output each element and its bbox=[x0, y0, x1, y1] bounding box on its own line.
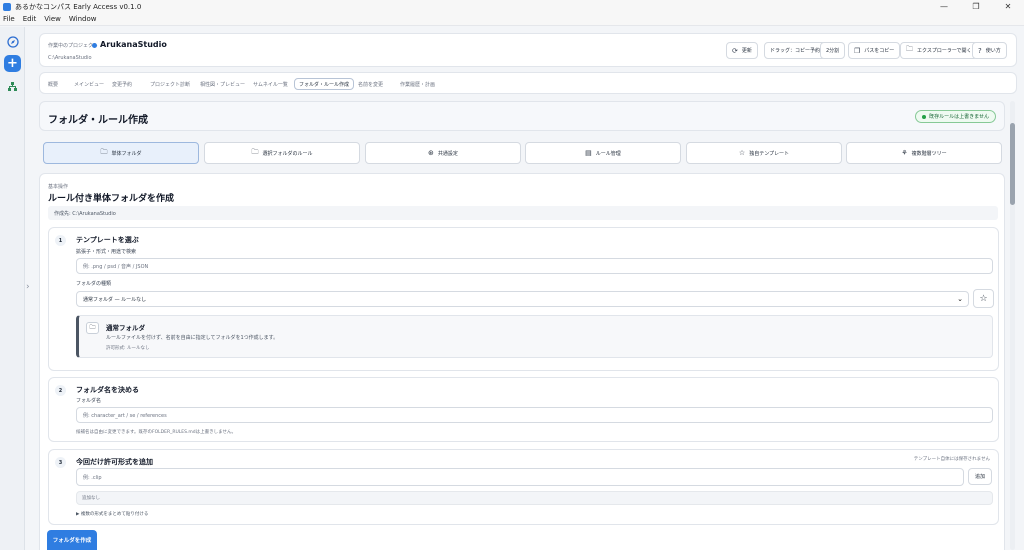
mode-selected-folder-rule-button[interactable]: 🗀 選択フォルダのルール bbox=[204, 142, 360, 164]
step-folder-name: 2 フォルダ名を決める フォルダ名 例: character_art / se … bbox=[48, 377, 999, 442]
help-button[interactable]: ? 使い方 bbox=[972, 42, 1007, 59]
tab-rename[interactable]: 名前を変更 bbox=[354, 78, 387, 90]
menu-file[interactable]: File bbox=[3, 15, 15, 23]
extra-formats-note: テンプレート自体には保存されません bbox=[913, 457, 990, 462]
maximize-button[interactable]: ❐ bbox=[960, 0, 992, 13]
form-kicker: 基本操作 bbox=[48, 184, 69, 190]
project-header: 作業中のプロジェクト ArukanaStudio C:\ArukanaStudi… bbox=[39, 33, 1017, 67]
folder-rule-icon: 🗀 bbox=[251, 147, 259, 156]
sidebar: + bbox=[0, 27, 25, 550]
extra-formats-list: 追加なし bbox=[76, 491, 993, 505]
project-status-dot bbox=[92, 43, 97, 48]
tab-thumbnails[interactable]: サムネイル一覧 bbox=[249, 78, 292, 90]
step-extra-formats: 3 今回だけ許可形式を追加 テンプレート自体には保存されません 例: .clip… bbox=[48, 449, 999, 525]
compass-nav-button[interactable] bbox=[4, 33, 21, 50]
menu-window[interactable]: Window bbox=[69, 15, 97, 23]
add-extension-button[interactable]: 追加 bbox=[968, 468, 992, 485]
refresh-icon: ⟳ bbox=[732, 46, 738, 55]
scrollbar-thumb[interactable] bbox=[1010, 123, 1015, 205]
step-title: 今回だけ許可形式を追加 bbox=[76, 458, 153, 466]
folder-type-select[interactable]: 通常フォルダ — ルールなし ⌄ bbox=[76, 291, 969, 307]
folder-type-label: フォルダの種類 bbox=[76, 281, 112, 287]
tab-compat-preview[interactable]: 相性図・プレビュー bbox=[196, 78, 249, 90]
folder-icon: 🗀 bbox=[86, 322, 99, 334]
star-icon: ☆ bbox=[979, 293, 988, 304]
open-explorer-button[interactable]: 🗀 エクスプローラーで開く bbox=[900, 42, 978, 59]
tab-overview[interactable]: 概要 bbox=[44, 78, 62, 90]
folder-name-hint: 候補名は自由に変更できます。既存のFOLDER_RULES.mdは上書きしません… bbox=[76, 430, 237, 435]
share-icon: ⊛ bbox=[428, 149, 434, 157]
sidebar-expand-chevron-icon[interactable]: › bbox=[26, 282, 30, 292]
section-header: フォルダ・ルール作成 既存ルールは上書きません bbox=[39, 101, 1005, 131]
mode-common-settings-button[interactable]: ⊛ 共通設定 bbox=[365, 142, 521, 164]
app-compass-icon bbox=[3, 2, 11, 11]
chevron-down-icon: ⌄ bbox=[957, 295, 963, 303]
bulk-paste-toggle[interactable]: ▶ 複数の形式をまとめて貼り付ける bbox=[76, 511, 148, 517]
project-path: C:\ArukanaStudio bbox=[48, 55, 92, 61]
tree-icon bbox=[8, 82, 17, 91]
window-controls: — ❐ ✕ bbox=[928, 0, 1024, 13]
copy-icon: ❐ bbox=[854, 46, 861, 55]
star-icon: ☆ bbox=[738, 149, 746, 157]
document-icon: ▤ bbox=[585, 149, 592, 157]
project-name: ArukanaStudio bbox=[100, 40, 167, 49]
plus-icon: + bbox=[7, 56, 18, 71]
favorite-template-button[interactable]: ☆ bbox=[973, 289, 994, 308]
split-view-button[interactable]: 2分割 bbox=[820, 42, 846, 59]
destination-path: 作成先: C:\ArukanaStudio bbox=[48, 206, 998, 220]
create-folder-button[interactable]: フォルダを作成 bbox=[47, 530, 97, 550]
page-scrollbar[interactable] bbox=[1010, 101, 1015, 550]
drag-copy-reserve-button[interactable]: ドラッグ：コピー予約 bbox=[764, 42, 827, 59]
step-number: 2 bbox=[55, 385, 66, 396]
copy-path-button[interactable]: ❐ パスをコピー bbox=[848, 42, 901, 59]
step-number: 1 bbox=[55, 235, 66, 246]
title-bar: あるかなコンパス Early Access v0.1.0 — ❐ ✕ bbox=[0, 0, 1024, 13]
page-title: フォルダ・ルール作成 bbox=[48, 115, 148, 126]
mode-multi-tree-button[interactable]: ⚘ 複数階層ツリー bbox=[846, 142, 1002, 164]
tab-main-view[interactable]: メインビュー bbox=[70, 78, 108, 90]
template-search-label: 拡張子・形式・用途で検索 bbox=[76, 249, 137, 255]
menu-bar: File Edit View Window bbox=[0, 13, 1024, 26]
tab-project-diagnosis[interactable]: プロジェクト診断 bbox=[146, 78, 194, 90]
tab-change-reservation[interactable]: 変更予約 bbox=[108, 78, 136, 90]
compass-icon bbox=[6, 35, 19, 48]
step-title: フォルダ名を決める bbox=[76, 386, 139, 394]
mode-single-folder-button[interactable]: 🗀 単体フォルダ bbox=[43, 142, 199, 164]
template-name: 通常フォルダ bbox=[106, 324, 145, 332]
step-title: テンプレートを選ぶ bbox=[76, 236, 139, 244]
menu-edit[interactable]: Edit bbox=[23, 15, 37, 23]
template-description: ルールファイルを付けず、名前を自由に指定してフォルダを1つ作成します。 bbox=[106, 335, 279, 341]
template-preview: 🗀 通常フォルダ ルールファイルを付けず、名前を自由に指定してフォルダを1つ作成… bbox=[76, 315, 993, 358]
tab-folder-rule-create[interactable]: フォルダ・ルール作成 bbox=[294, 78, 355, 90]
folder-name-label: フォルダ名 bbox=[76, 398, 102, 404]
create-folder-form: 基本操作 ルール付き単体フォルダを作成 作成先: C:\ArukanaStudi… bbox=[39, 173, 1005, 550]
status-dot-icon bbox=[922, 114, 927, 119]
folder-icon: 🗀 bbox=[906, 45, 913, 53]
mode-custom-template-button[interactable]: ☆ 独自テンプレート bbox=[686, 142, 842, 164]
folder-name-input[interactable]: 例: character_art / se / references bbox=[76, 407, 993, 423]
project-label: 作業中のプロジェクト bbox=[48, 43, 99, 49]
refresh-button[interactable]: ⟳ 更新 bbox=[726, 42, 758, 59]
extension-input[interactable]: 例: .clip bbox=[76, 468, 964, 486]
close-button[interactable]: ✕ bbox=[992, 0, 1024, 13]
main-tab-bar: 概要 メインビュー 変更予約 プロジェクト診断 相性図・プレビュー サムネイル一… bbox=[39, 72, 1017, 94]
step-number: 3 bbox=[55, 457, 66, 468]
mode-selector: 🗀 単体フォルダ 🗀 選択フォルダのルール ⊛ 共通設定 ▤ ルール管理 ☆ 独自テンプレ… bbox=[43, 142, 1003, 164]
template-search-input[interactable]: 例: .png / psd / 音声 / JSON bbox=[76, 258, 993, 274]
tree-nav-button[interactable] bbox=[4, 78, 21, 95]
step-template: 1 テンプレートを選ぶ 拡張子・形式・用途で検索 例: .png / psd /… bbox=[48, 227, 999, 371]
help-icon: ? bbox=[978, 46, 982, 55]
mode-rule-management-button[interactable]: ▤ ルール管理 bbox=[525, 142, 681, 164]
tab-work-history[interactable]: 作業履歴・計画 bbox=[396, 78, 439, 90]
folder-icon: 🗀 bbox=[100, 147, 108, 156]
template-allowed-formats: 許可形式: ルールなし bbox=[106, 346, 150, 351]
new-project-button[interactable]: + bbox=[4, 55, 21, 72]
status-badge: 既存ルールは上書きません bbox=[915, 110, 996, 123]
tree-icon: ⚘ bbox=[901, 149, 908, 157]
window-title: あるかなコンパス Early Access v0.1.0 bbox=[15, 2, 142, 11]
form-title: ルール付き単体フォルダを作成 bbox=[48, 194, 175, 204]
minimize-button[interactable]: — bbox=[928, 0, 960, 13]
menu-view[interactable]: View bbox=[44, 15, 61, 23]
